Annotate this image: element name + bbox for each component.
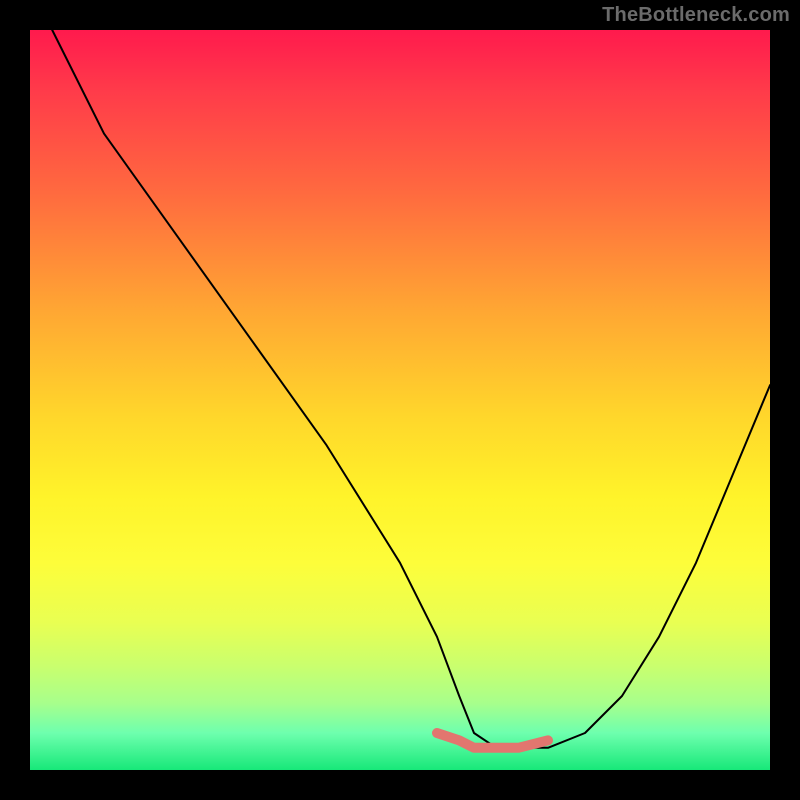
plot-area (30, 30, 770, 770)
chart-frame: TheBottleneck.com (0, 0, 800, 800)
bottom-highlight-stroke (437, 733, 548, 748)
watermark-text: TheBottleneck.com (602, 4, 790, 27)
bottleneck-curve-line (52, 30, 770, 748)
curve-svg (30, 30, 770, 770)
